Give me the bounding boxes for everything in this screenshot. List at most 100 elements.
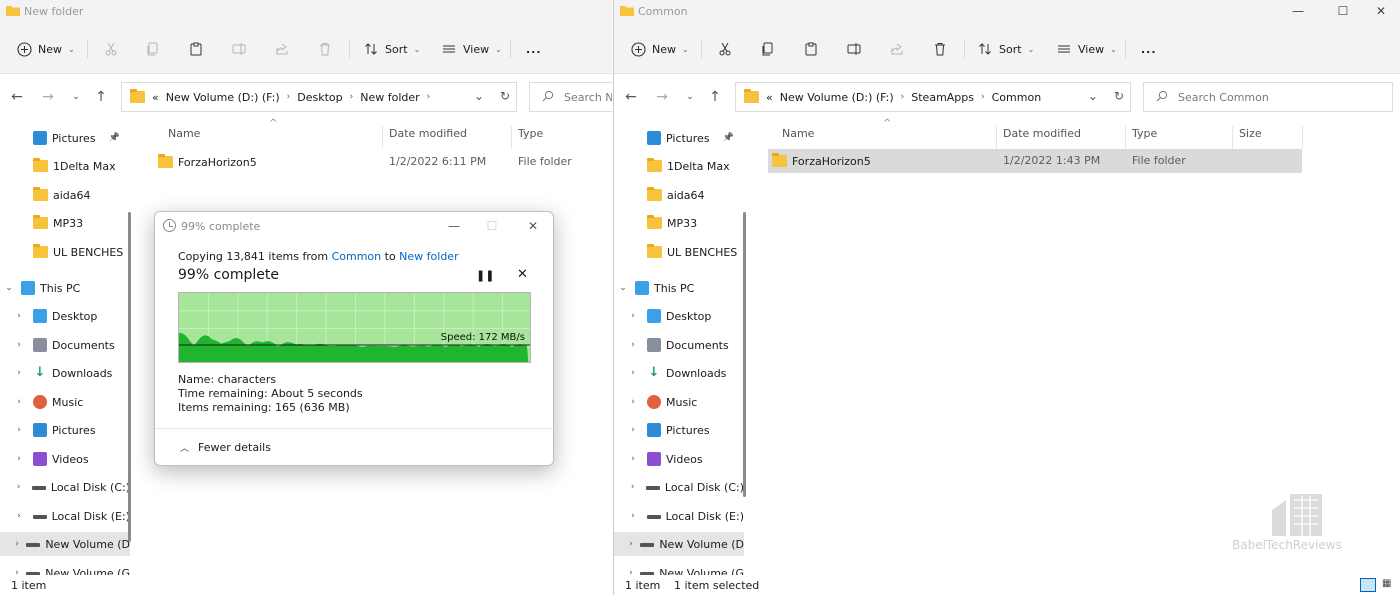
up-button[interactable]: ↑ <box>705 88 725 106</box>
minimize-button[interactable]: — <box>436 215 472 237</box>
sidebar-item[interactable]: › Music <box>0 390 130 414</box>
sidebar-item[interactable]: Pictures 📌 <box>614 126 744 150</box>
new-button[interactable]: New ⌄ <box>16 38 75 60</box>
chevron-right-icon[interactable]: › <box>627 425 639 435</box>
chevron-right-icon[interactable]: › <box>13 368 25 378</box>
sidebar-item[interactable]: ⌄ This PC <box>614 276 744 300</box>
file-row[interactable]: ForzaHorizon5 1/2/2022 1:43 PM File fold… <box>768 149 1302 173</box>
chevron-right-icon[interactable]: › <box>627 340 639 350</box>
breadcrumb-item[interactable]: New Volume (D:) (F:) <box>166 91 280 104</box>
sidebar-item[interactable]: › Local Disk (C:) <box>614 475 744 499</box>
delete-button[interactable] <box>932 38 948 60</box>
column-header-date[interactable]: Date modified <box>389 127 467 145</box>
sidebar-item[interactable]: › New Volume (G <box>0 561 130 575</box>
address-bar[interactable]: « New Volume (D:) (F:) › Desktop › New f… <box>121 82 517 112</box>
chevron-right-icon[interactable]: › <box>13 511 25 521</box>
title-bar[interactable]: Common — ☐ ✕ <box>614 0 1400 24</box>
nav-scrollbar[interactable] <box>743 212 746 497</box>
share-button[interactable] <box>274 38 290 60</box>
address-bar[interactable]: « New Volume (D:) (F:) › SteamApps › Com… <box>735 82 1131 112</box>
chevron-right-icon[interactable]: › <box>627 539 635 549</box>
chevron-right-icon[interactable]: › <box>627 454 639 464</box>
chevron-right-icon[interactable]: › <box>627 511 639 521</box>
sidebar-item[interactable]: aida64 <box>614 183 744 207</box>
forward-button[interactable]: → <box>652 88 672 106</box>
sidebar-item[interactable]: › New Volume (D <box>614 532 744 556</box>
chevron-right-icon[interactable]: › <box>13 311 25 321</box>
chevron-down-icon[interactable]: ⌄ <box>617 283 629 293</box>
chevron-down-icon[interactable]: ⌄ <box>3 283 15 293</box>
sort-button[interactable]: Sort ⌄ <box>363 38 420 60</box>
sidebar-item[interactable]: 1Delta Max <box>0 154 130 178</box>
fewer-details-button[interactable]: ︿ Fewer details <box>180 441 271 454</box>
file-row[interactable]: ForzaHorizon5 1/2/2022 6:11 PM File fold… <box>154 150 604 174</box>
chevron-right-icon[interactable]: › <box>627 482 638 492</box>
refresh-icon[interactable]: ↻ <box>1114 89 1124 103</box>
sidebar-item[interactable]: › Local Disk (E:) <box>614 504 744 528</box>
source-link[interactable]: Common <box>332 250 382 263</box>
column-header-date[interactable]: Date modified <box>1003 127 1081 145</box>
sidebar-item[interactable]: MP33 <box>0 211 130 235</box>
new-button[interactable]: New ⌄ <box>630 38 689 60</box>
column-divider[interactable] <box>511 126 512 148</box>
sidebar-item[interactable]: › Desktop <box>614 304 744 328</box>
sidebar-item[interactable]: Pictures 📌 <box>0 126 130 150</box>
sidebar-item[interactable]: 1Delta Max <box>614 154 744 178</box>
breadcrumb-item[interactable]: New Volume (D:) (F:) <box>780 91 894 104</box>
refresh-icon[interactable]: ↻ <box>500 89 510 103</box>
chevron-right-icon[interactable]: › <box>627 397 639 407</box>
more-options-button[interactable]: ... <box>1141 38 1157 60</box>
column-header-size[interactable]: Size <box>1239 127 1262 145</box>
column-header-name[interactable]: Name <box>168 127 200 145</box>
rename-button[interactable] <box>846 38 862 60</box>
rename-button[interactable] <box>231 38 247 60</box>
cancel-button[interactable]: ✕ <box>517 267 528 282</box>
sidebar-item[interactable]: aida64 <box>0 183 130 207</box>
sidebar-item[interactable]: › Videos <box>614 447 744 471</box>
sidebar-item[interactable]: › Local Disk (C:) <box>0 475 130 499</box>
sidebar-item[interactable]: UL BENCHES <box>0 240 130 264</box>
column-divider[interactable] <box>1302 126 1303 148</box>
pause-button[interactable]: ❚❚ <box>476 269 494 282</box>
chevron-right-icon[interactable]: › <box>13 340 25 350</box>
up-button[interactable]: ↑ <box>91 88 111 106</box>
chevron-right-icon[interactable]: › <box>13 425 25 435</box>
chevron-right-icon[interactable]: › <box>13 454 25 464</box>
view-button[interactable]: View ⌄ <box>1056 38 1117 60</box>
sidebar-item[interactable]: MP33 <box>614 211 744 235</box>
recent-locations-button[interactable]: ⌄ <box>66 88 86 106</box>
column-divider[interactable] <box>382 126 383 148</box>
sidebar-item[interactable]: › ↓ Downloads <box>614 361 744 385</box>
recent-locations-button[interactable]: ⌄ <box>680 88 700 106</box>
destination-link[interactable]: New folder <box>399 250 458 263</box>
sidebar-item[interactable]: › Documents <box>0 333 130 357</box>
breadcrumb-item[interactable]: SteamApps <box>911 91 974 104</box>
chevron-right-icon[interactable]: › <box>627 568 635 575</box>
breadcrumb-item[interactable]: Common <box>992 91 1042 104</box>
column-divider[interactable] <box>996 126 997 148</box>
sidebar-item[interactable]: UL BENCHES <box>614 240 744 264</box>
chevron-right-icon[interactable]: › <box>13 397 25 407</box>
paste-button[interactable] <box>803 38 819 60</box>
details-view-icon[interactable] <box>1360 578 1376 592</box>
column-header-name[interactable]: Name <box>782 127 814 145</box>
chevron-right-icon[interactable]: › <box>13 482 24 492</box>
delete-button[interactable] <box>317 38 333 60</box>
column-divider[interactable] <box>1125 126 1126 148</box>
column-header-type[interactable]: Type <box>1132 127 1157 145</box>
chevron-right-icon[interactable]: › <box>13 568 21 575</box>
maximize-button[interactable]: ☐ <box>474 215 510 237</box>
view-button[interactable]: View ⌄ <box>441 38 502 60</box>
sidebar-item[interactable]: › ↓ Downloads <box>0 361 130 385</box>
breadcrumb-item[interactable]: New folder <box>360 91 419 104</box>
sidebar-item[interactable]: › Pictures <box>0 418 130 442</box>
sidebar-item[interactable]: › Music <box>614 390 744 414</box>
column-header-type[interactable]: Type <box>518 127 543 145</box>
cut-button[interactable] <box>717 38 733 60</box>
chevron-right-icon[interactable]: › <box>13 539 21 549</box>
address-dropdown-icon[interactable]: ⌄ <box>1088 89 1098 103</box>
nav-scrollbar[interactable] <box>128 212 131 542</box>
sort-button[interactable]: Sort ⌄ <box>977 38 1034 60</box>
share-button[interactable] <box>889 38 905 60</box>
breadcrumb-item[interactable]: Desktop <box>297 91 342 104</box>
